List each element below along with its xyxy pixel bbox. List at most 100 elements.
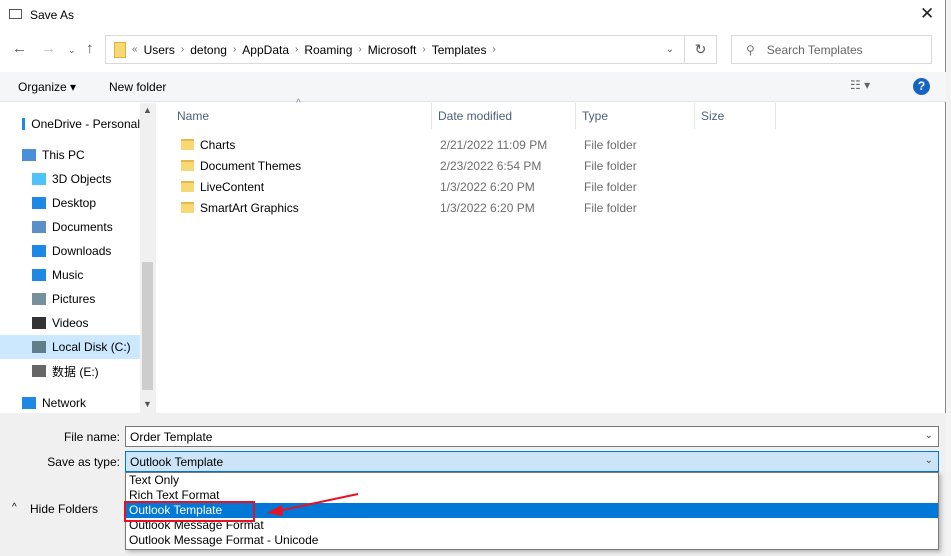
nav-label: 数据 (E:) [52, 364, 99, 379]
nav-item[interactable]: This PC [0, 143, 140, 167]
nav-item[interactable]: OneDrive - Personal [0, 112, 140, 136]
nav-item[interactable]: Music [0, 263, 140, 287]
nav-label: This PC [42, 148, 85, 162]
column-size[interactable]: Size [695, 103, 776, 129]
background-window [946, 0, 951, 556]
column-name[interactable]: Name [171, 103, 432, 129]
nav-label: 3D Objects [52, 172, 112, 186]
new-folder-button[interactable]: New folder [109, 80, 166, 94]
videos-icon [32, 317, 46, 329]
up-icon[interactable]: ↑ [86, 40, 94, 57]
file-name-input[interactable]: Order Template ⌄ [125, 426, 939, 447]
view-options-icon[interactable]: ☷ ▾ [850, 78, 870, 92]
music-icon [32, 269, 46, 281]
help-icon[interactable]: ? [913, 78, 930, 95]
organize-button[interactable]: Organize ▾ [18, 80, 76, 94]
file-date: 1/3/2022 6:20 PM [440, 179, 535, 194]
crumb-microsoft[interactable]: Microsoft [368, 43, 417, 57]
nav-item[interactable]: Downloads [0, 239, 140, 263]
crumb-templates[interactable]: Templates [432, 43, 487, 57]
refresh-button[interactable]: ↻ [685, 35, 717, 64]
nav-label: Pictures [52, 292, 96, 306]
close-icon[interactable]: ✕ [920, 4, 934, 24]
column-label: Size [701, 109, 725, 123]
folder-icon [114, 41, 126, 58]
nav-label: Music [52, 268, 84, 282]
nav-item[interactable]: 3D Objects [0, 167, 140, 191]
chevron-down-icon[interactable]: ⌄ [925, 455, 933, 466]
documents-icon [32, 221, 46, 233]
crumb-users[interactable]: Users [144, 43, 175, 57]
nav-label: Downloads [52, 244, 112, 258]
column-label: Type [582, 109, 609, 123]
save-as-type-value: Outlook Template [130, 454, 224, 469]
nav-item[interactable]: Network [0, 391, 140, 415]
navigation-pane: OneDrive - Personal This PC 3D Objects Desk… [0, 103, 156, 413]
crumb-detong[interactable]: detong [190, 43, 227, 57]
file-date: 2/23/2022 6:54 PM [440, 158, 542, 173]
file-type: File folder [584, 200, 637, 215]
nav-label: Local Disk (C:) [52, 340, 131, 354]
address-bar[interactable]: « Users › detong › AppData › Roaming › Micro… [105, 35, 685, 64]
column-date[interactable]: Date modified [432, 103, 576, 129]
column-label: Name [177, 109, 210, 123]
file-date: 1/3/2022 6:20 PM [440, 200, 535, 215]
pictures-icon [32, 293, 46, 305]
save-as-type-select[interactable]: Outlook Template ⌄ [125, 451, 939, 472]
file-name: Document Themes [200, 158, 302, 173]
crumb-roaming[interactable]: Roaming [304, 43, 352, 57]
refresh-icon: ↻ [694, 41, 707, 57]
search-icon: ⚲ [746, 42, 755, 57]
nav-label: Documents [52, 220, 113, 234]
scroll-down-icon[interactable]: ▼ [143, 399, 152, 409]
file-name-value: Order Template [130, 429, 213, 444]
forward-icon[interactable]: → [41, 40, 56, 57]
cloud-icon [22, 118, 26, 130]
nav-item[interactable]: Local Disk (C:) [0, 335, 140, 359]
save-as-dialog: Save As ✕ ← → ⌄ ↑ « Users › detong › AppDa… [0, 0, 946, 556]
scroll-up-icon[interactable]: ▲ [143, 105, 152, 115]
file-name: LiveContent [200, 179, 265, 194]
crumb-appdata[interactable]: AppData [242, 43, 289, 57]
toolbar: Organize ▾ New folder ☷ ▾ ? [0, 72, 946, 102]
folder-icon [181, 139, 194, 150]
back-icon[interactable]: ← [12, 40, 27, 57]
overflow-crumb[interactable]: « [132, 44, 138, 55]
scrollbar-thumb[interactable] [142, 262, 153, 390]
file-row[interactable]: Document Themes 2/23/2022 6:54 PM File fol… [175, 155, 675, 176]
file-row[interactable]: SmartArt Graphics 1/3/2022 6:20 PM File fo… [175, 197, 675, 218]
type-option[interactable]: Outlook Message Format - Unicode [126, 533, 938, 548]
file-row[interactable]: LiveContent 1/3/2022 6:20 PM File folder [175, 176, 675, 197]
type-option[interactable]: Text Only [126, 473, 938, 488]
column-label: Date modified [438, 109, 513, 123]
nav-item[interactable]: Pictures [0, 287, 140, 311]
file-type: File folder [584, 179, 637, 194]
folder-icon [181, 160, 194, 171]
computer-icon [22, 149, 36, 161]
file-date: 2/21/2022 11:09 PM [440, 137, 548, 152]
desktop-icon [32, 197, 46, 209]
highlight-box [124, 501, 255, 522]
file-row[interactable]: Charts 2/21/2022 11:09 PM File folder [175, 134, 675, 155]
nav-label: Videos [52, 316, 89, 330]
disk-icon [32, 341, 46, 353]
nav-item[interactable]: Desktop [0, 191, 140, 215]
annotation-arrow [267, 493, 359, 516]
chevron-up-icon: ^ [12, 502, 17, 513]
window-title: Save As [30, 8, 75, 22]
address-dropdown-icon[interactable]: ⌄ [666, 44, 674, 55]
nav-item[interactable]: Documents [0, 215, 140, 239]
cube-icon [32, 173, 46, 185]
column-type[interactable]: Type [576, 103, 695, 129]
recent-dropdown-icon[interactable]: ⌄ [68, 45, 76, 56]
save-as-type-label: Save as type: [47, 455, 120, 469]
hide-folders-button[interactable]: Hide Folders [30, 502, 98, 516]
nav-item[interactable]: 数据 (E:) [0, 359, 140, 383]
nav-item[interactable]: Videos [0, 311, 140, 335]
chevron-down-icon[interactable]: ⌄ [925, 430, 933, 441]
window-icon [9, 9, 22, 19]
search-input[interactable]: ⚲ Search Templates [731, 35, 932, 64]
file-name-label: File name: [63, 430, 120, 444]
folder-icon [181, 202, 194, 213]
network-icon [22, 397, 36, 409]
